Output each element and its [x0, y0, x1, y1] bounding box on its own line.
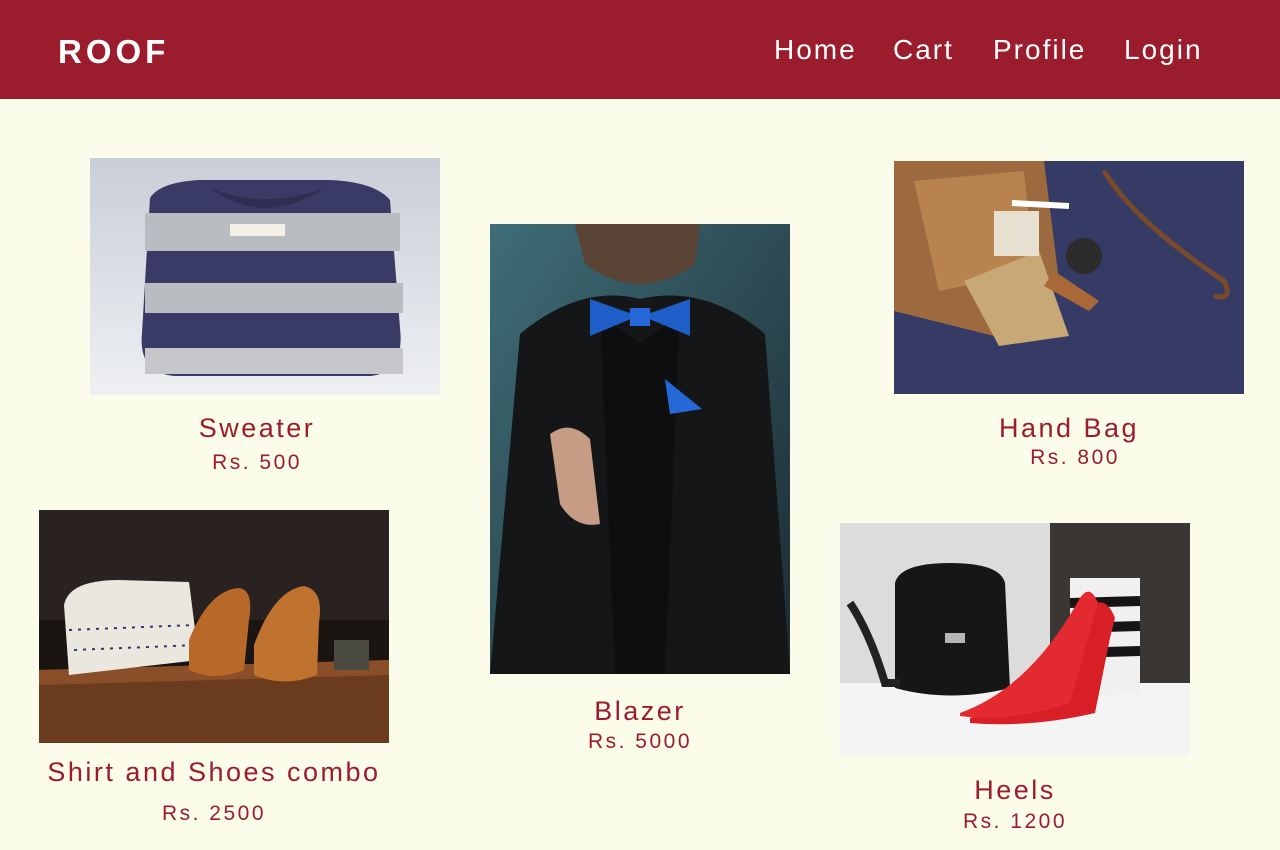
product-name[interactable]: Shirt and Shoes combo — [39, 756, 389, 788]
product-name[interactable]: Hand Bag — [894, 412, 1244, 444]
product-price: Rs. 500 — [212, 451, 302, 474]
brand-logo[interactable]: ROOF — [58, 33, 169, 71]
product-name[interactable]: Heels — [840, 774, 1190, 806]
handbag-image[interactable] — [894, 161, 1244, 394]
heels-image[interactable] — [840, 523, 1190, 756]
top-navbar: ROOF Home Cart Profile Login — [0, 0, 1280, 99]
shirt-shoes-image[interactable] — [39, 510, 389, 743]
blazer-image[interactable] — [490, 224, 790, 674]
nav-login-link[interactable]: Login — [1124, 33, 1203, 67]
sweater-image[interactable] — [90, 158, 440, 395]
product-price: Rs. 5000 — [587, 730, 693, 753]
product-name[interactable]: Sweater — [90, 412, 424, 444]
product-price: Rs. 2500 — [161, 802, 267, 825]
nav-home-link[interactable]: Home — [774, 33, 857, 67]
product-price: Rs. 800 — [1030, 446, 1120, 469]
product-name[interactable]: Blazer — [490, 695, 790, 727]
nav-profile-link[interactable]: Profile — [993, 33, 1086, 67]
product-price: Rs. 1200 — [962, 810, 1068, 833]
nav-cart-link[interactable]: Cart — [893, 33, 954, 67]
